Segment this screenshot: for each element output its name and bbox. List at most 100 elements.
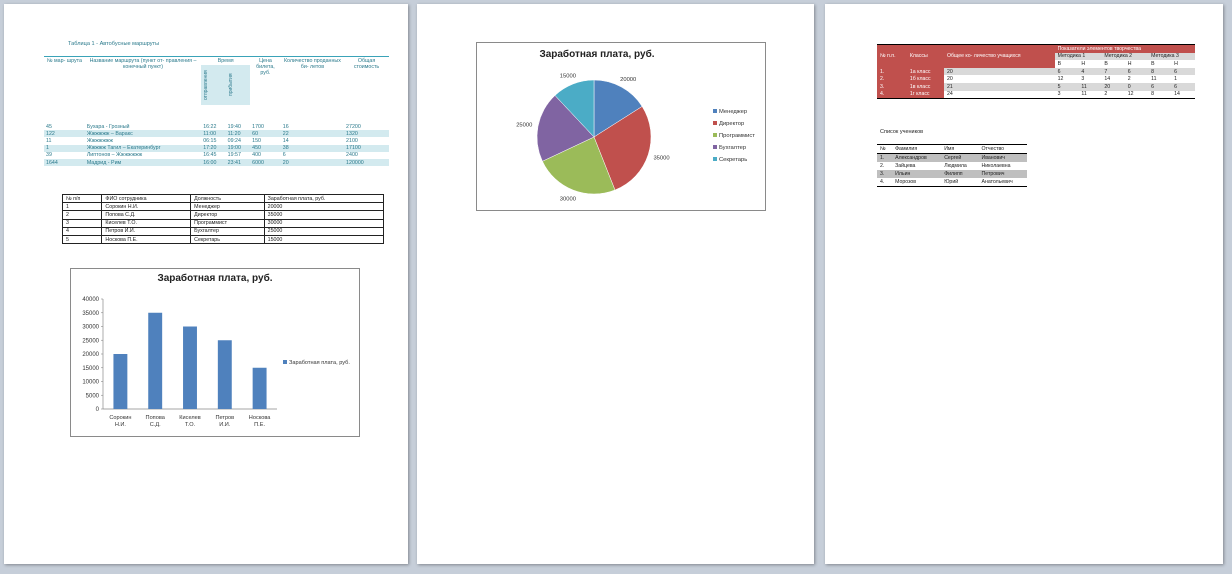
route-cell: 14 [282, 137, 289, 144]
students-cell: Александров [892, 153, 942, 162]
route-cell: 27200 [346, 123, 361, 130]
route-cell: 17100 [344, 144, 389, 152]
class-row: 2. 1б класс 20 12 3 14 2 11 1 [877, 75, 1195, 83]
pie-data-label: 35000 [653, 155, 669, 161]
class-cell: 3. [877, 82, 907, 91]
y-tick-label: 40000 [82, 297, 99, 303]
staff-header-cell: ФИО сотрудника [101, 193, 192, 204]
staff-header-cell: Должность [190, 193, 265, 204]
legend-label: Программист [719, 133, 755, 139]
students-cell: Николаевна [981, 163, 1011, 169]
class-header-row: № п.п. Классы Общее ко- личество учащихся П… [877, 43, 1195, 68]
students-cell: Зайцева [895, 163, 916, 169]
class-cell: 2 [1101, 90, 1125, 100]
class-cell: 11 [1078, 82, 1102, 91]
staff-row: 1 Сорокин Н.И. Менеджер 20000 [61, 202, 385, 212]
document-page-2: Заработная плата, руб. 20000 35000 30000 25… [417, 4, 814, 564]
bar [252, 367, 267, 409]
route-cell: Мадрид - Рим [84, 158, 202, 167]
route-cell: Липтонов – Жжжжжжж [86, 152, 143, 159]
staff-cell: 25000 [263, 226, 385, 236]
staff-cell: 4 [61, 226, 103, 236]
staff-cell: 3 [61, 218, 103, 228]
students-cell: Ильин [892, 170, 942, 178]
route-cell: 45 [46, 123, 52, 130]
route-cell: Жжжжжжж [86, 137, 113, 144]
staff-cell: 1 [61, 202, 103, 212]
staff-cell: Менеджер [190, 202, 265, 212]
staff-cell: 15000 [263, 234, 385, 245]
staff-cell: Попова С.Д. [101, 210, 192, 220]
students-cell: Сергей [941, 153, 979, 162]
route-cell: 19:40 [227, 123, 241, 130]
route-count-header: Количество проданных би- летов [283, 58, 341, 70]
route-row: 11 Жжжжжжж 06:15 09:24 150 14 2100 [44, 137, 389, 144]
staff-row: 5 Носкова П.Е. Секретарь 15000 [61, 234, 385, 245]
route-cell: 16:00 [201, 158, 226, 167]
class-cell: 20 [1101, 82, 1125, 91]
class-cell: 20 [944, 67, 1055, 76]
route-cell: 1320 [344, 130, 389, 138]
route-cell: 17:20 [201, 144, 226, 152]
legend-swatch [283, 360, 287, 364]
staff-cell: Программист [190, 218, 265, 228]
class-cell: 5 [1054, 82, 1079, 91]
legend-swatch [713, 121, 717, 125]
staff-header-cell: № п/п [61, 193, 103, 204]
students-cell: 3. [877, 170, 893, 178]
route-row: 1644 Мадрид - Рим 16:00 23:41 6000 20 120000 [44, 158, 389, 167]
route-cell: 16 [282, 123, 289, 130]
route-cell: 09:24 [227, 137, 241, 144]
class-cell: 11 [1078, 90, 1102, 100]
route-table-caption: Таблица 1 - Автобусные маршруты [68, 41, 160, 47]
route-cell: 38 [280, 144, 345, 152]
class-cell: 20 [947, 76, 953, 83]
method-header: Методика 3 [1148, 52, 1195, 61]
y-tick-label: 10000 [82, 380, 99, 386]
class-cell: 8 [1148, 67, 1172, 76]
route-cell: 120000 [344, 158, 389, 167]
y-tick-label: 30000 [82, 325, 99, 331]
class-cell: 11 [1151, 76, 1157, 83]
class-cell: 8 [1148, 90, 1172, 100]
students-header-row: № Фамилия Имя Отчество [877, 144, 1027, 154]
students-cell: 4. [877, 178, 893, 187]
y-tick-label: 35000 [82, 311, 99, 317]
staff-cell: 5 [61, 234, 103, 245]
legend-label: Менеджер [719, 109, 747, 115]
bar [113, 354, 128, 409]
class-cell: 4 [1078, 67, 1102, 76]
class-cell: 2. [877, 75, 907, 83]
x-tick-label: Сорокин Н.И. [109, 415, 131, 428]
students-cell: Морозов [892, 178, 942, 187]
students-header-cell: Отчество [978, 144, 1027, 154]
route-cell: 6000 [250, 158, 281, 167]
class-indicators-header: Показатели элементов творчества [1054, 43, 1195, 53]
route-cell: 1 [44, 144, 85, 152]
sub-header: Н [1081, 60, 1086, 67]
route-cell: 450 [250, 144, 281, 152]
route-cell: Жжжжж Тагил – Екатеринбург [84, 144, 202, 152]
legend-swatch [713, 133, 717, 137]
route-row: 39 Липтонов – Жжжжжжж 16:45 19:57 400 6 2400 [44, 152, 389, 159]
class-cell: 6 [1124, 67, 1149, 76]
route-cell: 11:20 [225, 130, 251, 138]
staff-cell: Сорокин Н.И. [101, 202, 192, 212]
route-cell: Жжжжжж – Варакс [84, 130, 202, 138]
x-tick-label: Попова С.Д. [146, 415, 166, 428]
students-cell: Филипп [941, 170, 979, 178]
students-cell: Иванович [978, 153, 1027, 162]
route-price-header: Цена билета, руб. [256, 58, 275, 76]
class-cell: 6 [1171, 82, 1195, 91]
class-cell: 21 [944, 82, 1055, 91]
class-cell: 6 [1054, 67, 1079, 76]
class-cell: 12 [1057, 76, 1064, 83]
class-cell: 6 [1148, 82, 1172, 91]
class-cell: 1. [877, 67, 907, 76]
class-cell: 1а класс [906, 67, 944, 76]
staff-cell: Директор [190, 210, 265, 220]
pie-data-label: 20000 [620, 77, 636, 83]
bar-chart: Заработная плата, руб. 0 5000 10000 15000 20… [70, 268, 360, 437]
staff-cell: Бухгалтер [190, 226, 265, 236]
route-cell: 11 [46, 137, 52, 144]
